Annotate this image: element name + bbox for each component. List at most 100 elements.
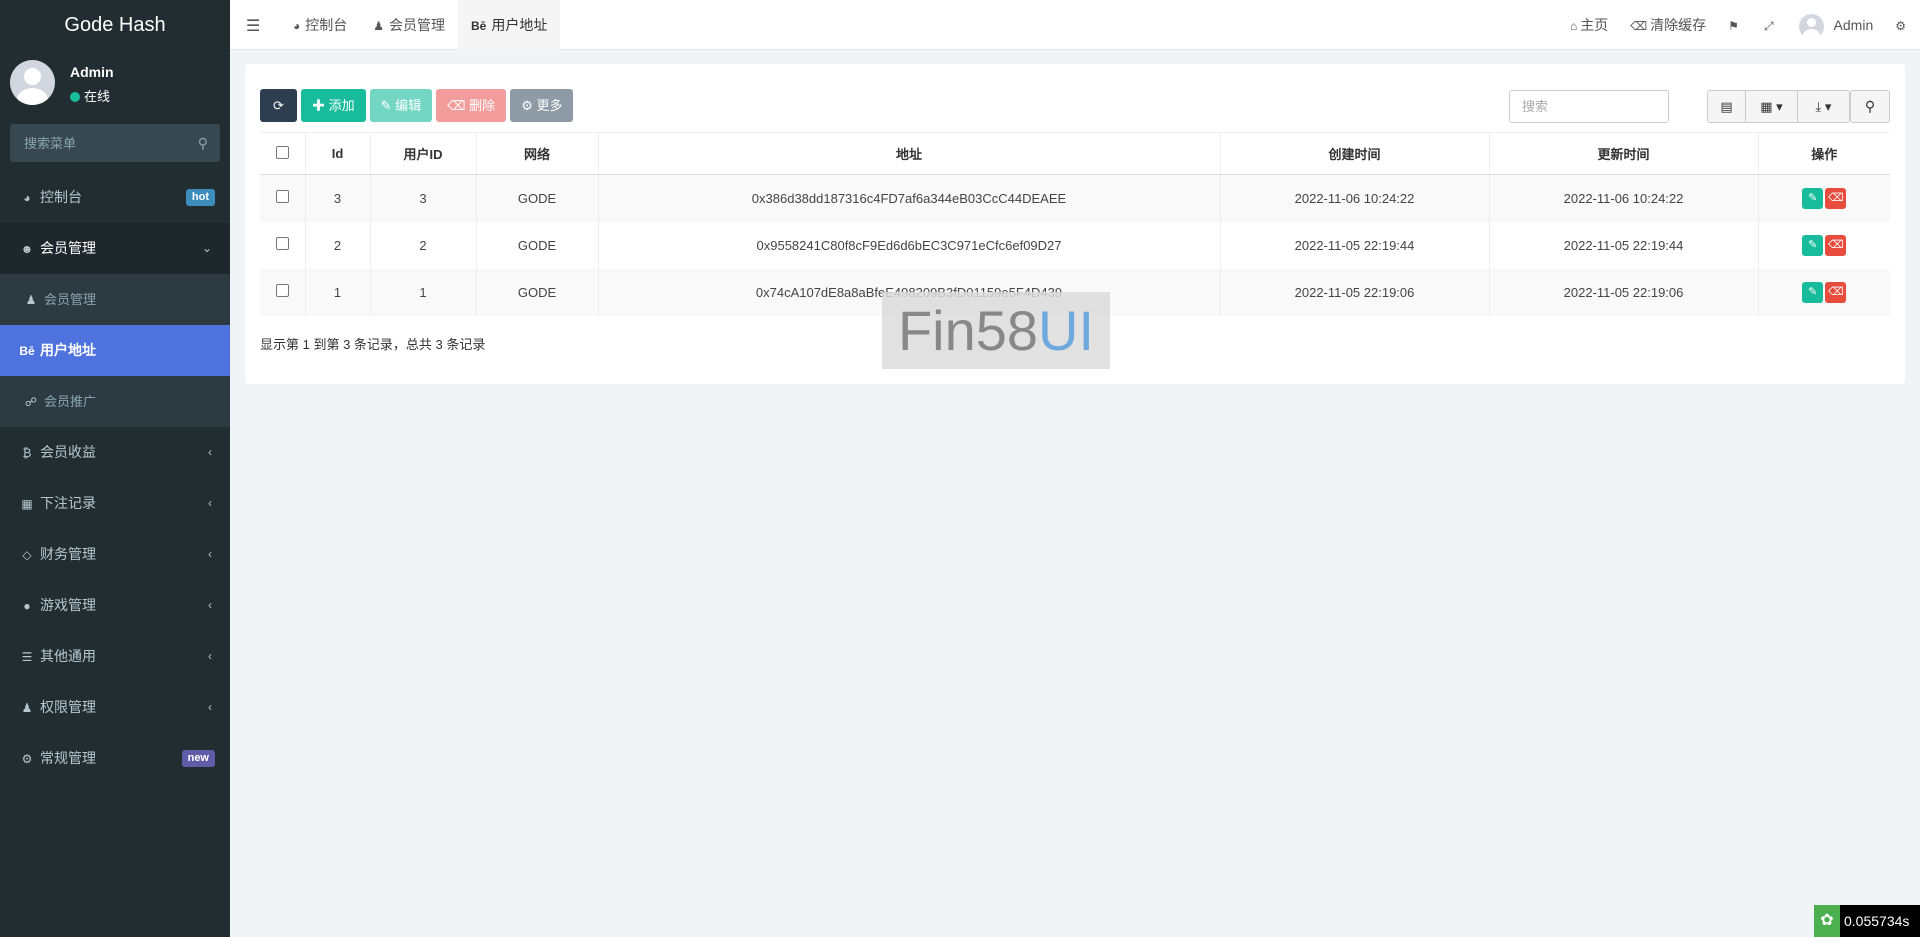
header-created[interactable]: 创建时间 (1220, 132, 1490, 175)
row-edit-button[interactable]: ✎ (1802, 281, 1824, 303)
cell-updated: 2022-11-06 10:24:22 (1489, 174, 1759, 222)
address-table: Id 用户ID 网络 地址 创建时间 更新时间 操作 3 3 GODE 0x38… (260, 132, 1890, 316)
sidebar-item-label: 会员推广 (44, 394, 97, 409)
settings-toggle[interactable]: ⚙ (1884, 0, 1920, 51)
sidebar-item-member-management[interactable]: ☻ 会员管理 ⌄ (0, 223, 230, 274)
row-select-cell (260, 221, 306, 269)
brand-logo[interactable]: Gode Hash (0, 0, 230, 50)
sidebar-item-label: 会员收益 (40, 444, 96, 460)
search-icon[interactable]: ⚲ (198, 135, 208, 152)
add-button[interactable]: ✚ 添加 (301, 89, 366, 122)
table-toolbar: ⟳ ✚ 添加 ✎ 编辑 ⌫ 删除 ⚙ 更多 (260, 89, 574, 122)
table-row: 2 2 GODE 0x9558241C80f8cF9Ed6d6bEC3C971e… (260, 221, 1890, 269)
columns-button[interactable]: ▦ ▾ (1746, 90, 1798, 123)
sidebar-item-dashboard[interactable]: ◕ 控制台 hot (0, 172, 230, 223)
cogs-icon: ⚙ (1895, 18, 1906, 33)
clear-cache-label: 清除缓存 (1650, 16, 1707, 33)
calendar-icon: ▦ (21, 497, 33, 511)
clear-cache-link[interactable]: ⌫ 清除缓存 (1619, 0, 1717, 51)
tab-member-management[interactable]: ♟ 会员管理 (360, 0, 458, 50)
cell-address: 0x386d38dd187316c4FD7af6a344eB03CcC44DEA… (598, 174, 1221, 222)
cell-created: 2022-11-05 22:19:06 (1220, 268, 1490, 316)
cell-created: 2022-11-06 10:24:22 (1220, 174, 1490, 222)
table-search-input[interactable] (1509, 90, 1669, 123)
sidebar-item-label: 下注记录 (40, 495, 96, 511)
tab-label: 会员管理 (389, 17, 446, 33)
tab-user-address[interactable]: Bē 用户地址 (458, 0, 561, 50)
sidebar-item-finance[interactable]: ◇ 财务管理 ‹ (0, 529, 230, 580)
sidebar-item-general[interactable]: ☰ 其他通用 ‹ (0, 631, 230, 682)
export-button[interactable]: ⤓ ▾ (1798, 90, 1850, 123)
advanced-search-button[interactable]: ⚲ (1850, 90, 1890, 123)
tab-dashboard[interactable]: ◕ 控制台 (280, 0, 360, 50)
row-delete-button[interactable]: ⌫ (1825, 234, 1847, 256)
sidebar-search-input[interactable] (10, 124, 220, 162)
home-icon: ⌂ (1569, 18, 1578, 33)
cell-actions: ✎ ⌫ (1758, 174, 1890, 222)
row-checkbox[interactable] (275, 284, 289, 297)
chevron-left-icon: ‹ (208, 496, 212, 510)
cell-id: 3 (305, 174, 371, 222)
cell-user-id: 3 (370, 174, 477, 222)
more-label: 更多 (536, 98, 563, 113)
cell-address: 0x9558241C80f8cF9Ed6d6bEC3C971eCfc6ef09D… (598, 221, 1221, 269)
row-delete-button[interactable]: ⌫ (1825, 187, 1847, 209)
toggle-view-button[interactable]: ▤ (1707, 90, 1746, 123)
delete-button[interactable]: ⌫ 删除 (436, 89, 507, 122)
sidebar-item-permissions[interactable]: ♟ 权限管理 ‹ (0, 682, 230, 733)
fullscreen-toggle[interactable]: ⤢ (1753, 0, 1788, 51)
search-icon: ⚲ (1864, 98, 1876, 114)
sidebar-item-games[interactable]: ● 游戏管理 ‹ (0, 580, 230, 631)
dashboard-icon: ◕ (293, 19, 301, 33)
row-checkbox[interactable] (275, 190, 289, 204)
cell-user-id: 2 (370, 221, 477, 269)
cell-network: GODE (476, 221, 599, 269)
trash-icon: ⌫ (447, 98, 470, 113)
cell-network: GODE (476, 268, 599, 316)
cell-actions: ✎ ⌫ (1758, 222, 1890, 269)
sidebar-item-member-earnings[interactable]: ₿ 会员收益 ‹ (0, 427, 230, 478)
hamburger-icon[interactable]: ☰ (246, 16, 260, 36)
cell-updated: 2022-11-05 22:19:06 (1489, 268, 1759, 316)
status-text: 在线 (84, 89, 111, 104)
sidebar-subitem-member-promotion[interactable]: ☍ 会员推广 (0, 376, 230, 427)
row-delete-button[interactable]: ⌫ (1825, 281, 1847, 303)
header-network[interactable]: 网络 (476, 132, 599, 175)
row-edit-button[interactable]: ✎ (1802, 187, 1824, 209)
sidebar-item-settings[interactable]: ⚙ 常规管理 new (0, 733, 230, 784)
sidebar-subitem-user-address[interactable]: Bē 用户地址 (0, 325, 230, 376)
table-row: 3 3 GODE 0x386d38dd187316c4FD7af6a344eB0… (260, 174, 1890, 222)
chevron-left-icon: ‹ (208, 547, 212, 561)
cell-user-id: 1 (370, 268, 477, 316)
more-button[interactable]: ⚙ 更多 (510, 89, 574, 122)
header-user-id[interactable]: 用户ID (370, 132, 477, 175)
header-updated[interactable]: 更新时间 (1489, 132, 1759, 175)
table-header-row: Id 用户ID 网络 地址 创建时间 更新时间 操作 (260, 132, 1890, 175)
admin-menu[interactable]: Admin (1788, 0, 1885, 50)
header-id[interactable]: Id (305, 132, 371, 175)
top-navbar: ☰ ◕ 控制台 ♟ 会员管理 Bē 用户地址 ⌂ 主页 ⌫ 清除缓存 ⚑ ⤢ Admin … (230, 0, 1920, 50)
user-icon: ♟ (25, 293, 37, 307)
behance-icon: Bē (471, 19, 487, 33)
tab-bar: ◕ 控制台 ♟ 会员管理 Bē 用户地址 (280, 0, 561, 50)
edit-button[interactable]: ✎ 编辑 (369, 89, 433, 122)
sidebar-item-bet-records[interactable]: ▦ 下注记录 ‹ (0, 478, 230, 529)
chevron-down-icon: ⌄ (201, 241, 212, 255)
cell-id: 1 (305, 268, 371, 316)
home-link[interactable]: ⌂ 主页 (1559, 0, 1619, 51)
plus-icon: ✚ (312, 98, 329, 113)
performance-badge: ✿ 0.055734s (1814, 905, 1920, 937)
row-edit-button[interactable]: ✎ (1802, 234, 1824, 256)
language-toggle[interactable]: ⚑ (1717, 0, 1753, 51)
row-checkbox[interactable] (275, 237, 289, 250)
select-all-checkbox[interactable] (275, 145, 289, 159)
sidebar-search: ⚲ (10, 124, 220, 162)
header-address[interactable]: 地址 (598, 132, 1221, 175)
refresh-button[interactable]: ⟳ (260, 89, 297, 122)
select-all-cell (260, 132, 306, 175)
user-name: Admin (70, 64, 114, 80)
sidebar-menu: ◕ 控制台 hot ☻ 会员管理 ⌄ ♟ 会员管理 Bē 用户地址 ☍ 会员推广 ₿ 会员收益 ‹… (0, 172, 230, 784)
watermark-accent-text: UI (1038, 299, 1095, 362)
sidebar-subitem-member-management[interactable]: ♟ 会员管理 (0, 274, 230, 325)
cogs-icon: ⚙ (21, 752, 33, 766)
